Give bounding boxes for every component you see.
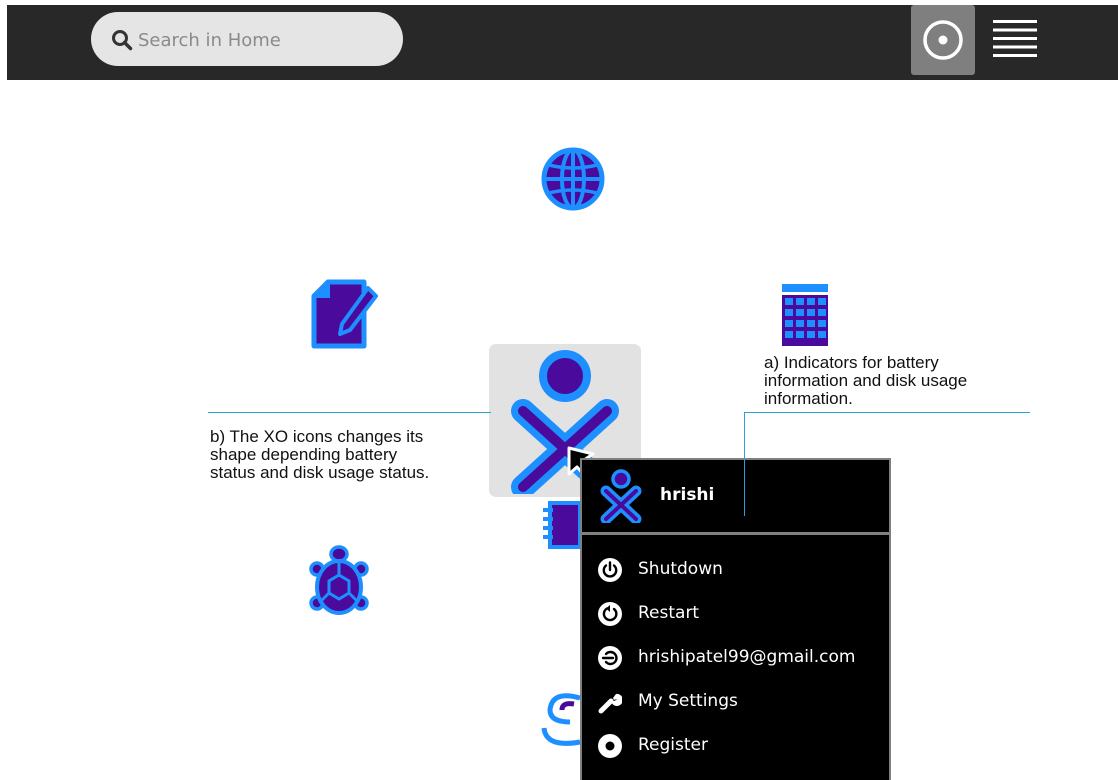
annotation-b: b) The XO icons changes its shape depend… (210, 428, 429, 482)
calculate-icon[interactable] (781, 284, 829, 346)
annotation-line-text: information and disk usage (764, 371, 968, 390)
menu-item-shutdown[interactable]: Shutdown (582, 550, 889, 590)
annotation-line-text: shape depending battery (210, 445, 398, 464)
menu-item-account[interactable]: hrishipatel99@gmail.com (582, 638, 889, 678)
list-view-icon[interactable] (991, 19, 1041, 61)
menu-item-label: Restart (638, 603, 700, 623)
top-toolbar (7, 5, 1118, 80)
logout-icon (598, 646, 622, 670)
home-view-icon (923, 20, 963, 60)
palette-username: hrishi (660, 485, 715, 505)
browse-icon[interactable] (541, 147, 605, 211)
search-icon (112, 30, 133, 51)
annotation-line-text: information. (764, 389, 853, 408)
restart-icon (598, 602, 622, 626)
menu-item-label: Register (638, 735, 708, 755)
menu-item-register[interactable]: Register (582, 726, 889, 766)
palette-divider (582, 532, 889, 535)
annotation-line (208, 412, 491, 413)
palette-header: hrishi (582, 460, 889, 532)
register-icon (598, 734, 622, 758)
write-icon[interactable] (310, 278, 378, 350)
menu-item-label: My Settings (638, 691, 738, 711)
speak-icon[interactable] (540, 688, 584, 750)
annotation-a: a) Indicators for battery information an… (764, 354, 967, 408)
menu-item-label: hrishipatel99@gmail.com (638, 647, 856, 667)
xo-small-icon (600, 469, 642, 523)
settings-icon (598, 693, 622, 714)
annotation-line-text: status and disk usage status. (210, 463, 430, 482)
menu-item-restart[interactable]: Restart (582, 594, 889, 634)
search-box[interactable] (91, 12, 403, 66)
home-view-button[interactable] (911, 5, 975, 75)
annotation-line-text: a) Indicators for battery (764, 353, 939, 372)
user-palette: hrishi Shutdown Restart hrishipatel99@gm… (580, 458, 891, 780)
annotation-line-text: b) The XO icons changes its (210, 427, 424, 446)
menu-item-label: Shutdown (638, 559, 723, 579)
annotation-line (744, 412, 745, 516)
annotation-line (744, 412, 1030, 413)
shutdown-icon (598, 558, 622, 582)
search-input[interactable] (136, 25, 395, 55)
turtle-art-icon[interactable] (309, 545, 369, 619)
menu-item-my-settings[interactable]: My Settings (582, 682, 889, 722)
journal-icon[interactable] (542, 500, 582, 550)
